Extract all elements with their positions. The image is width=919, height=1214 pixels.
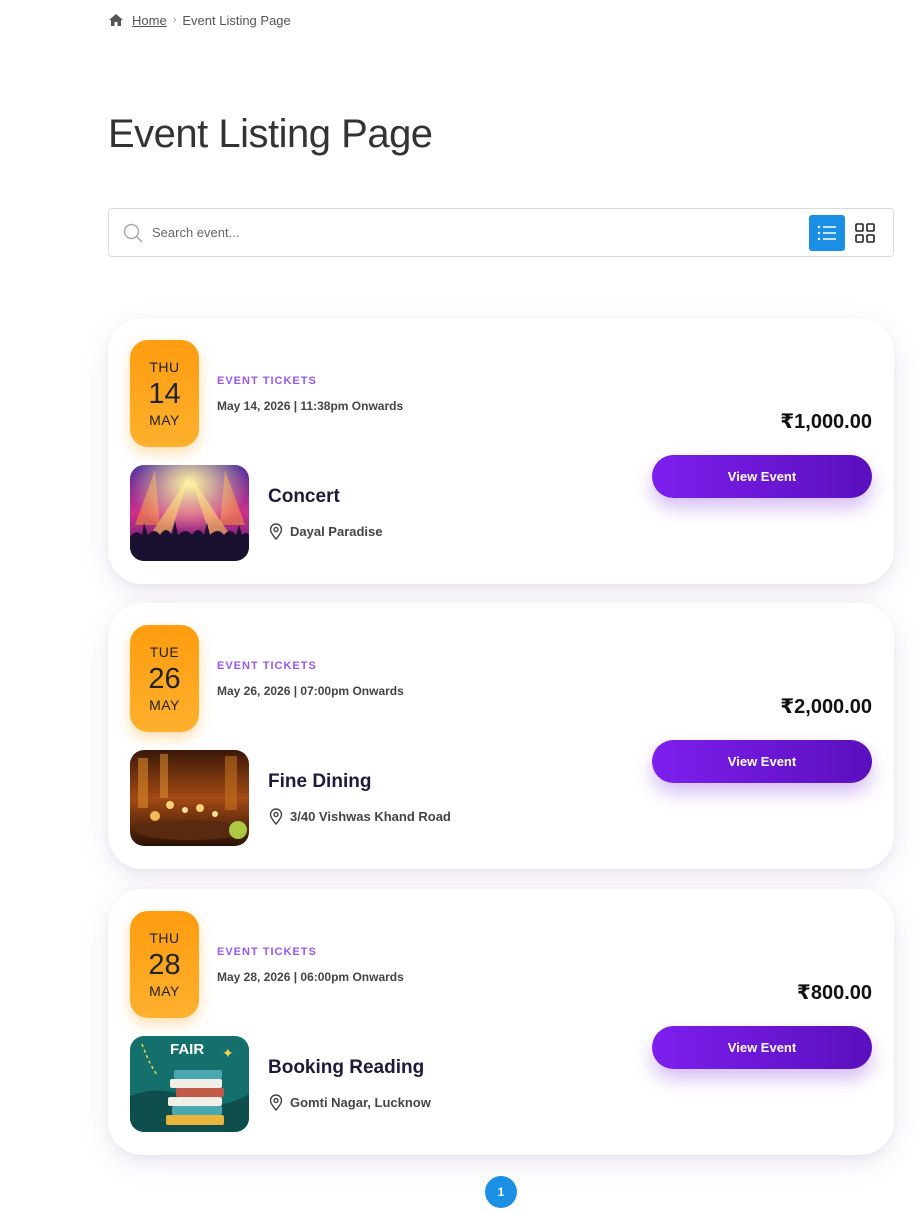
date-month: MAY <box>149 983 180 999</box>
event-card: TUE 26 MAY EVENT TICKETS May 26, 2026 | … <box>108 603 894 869</box>
event-location-text: 3/40 Vishwas Khand Road <box>290 809 451 824</box>
list-view-icon <box>817 225 836 240</box>
date-day-of-week: TUE <box>149 644 180 660</box>
list-view-button[interactable] <box>809 214 845 251</box>
date-badge: THU 28 MAY <box>130 911 199 1018</box>
date-day: 14 <box>148 378 181 410</box>
event-category: EVENT TICKETS <box>217 946 317 958</box>
event-card: THU 28 MAY EVENT TICKETS May 28, 2026 | … <box>108 889 894 1155</box>
event-datetime: May 14, 2026 | 11:38pm Onwards <box>217 399 404 413</box>
grid-view-icon <box>855 222 875 243</box>
event-datetime: May 26, 2026 | 07:00pm Onwards <box>217 684 404 698</box>
date-badge: THU 14 MAY <box>130 340 199 447</box>
event-price: ₹2,000.00 <box>780 696 872 718</box>
view-event-button[interactable]: View Event <box>652 1026 872 1069</box>
event-thumbnail[interactable]: FAIR ✦ <box>130 1036 249 1132</box>
grid-view-button[interactable] <box>847 215 883 251</box>
view-event-button[interactable]: View Event <box>652 740 872 783</box>
search-input[interactable] <box>152 225 807 240</box>
event-price: ₹800.00 <box>796 982 872 1004</box>
location-pin-icon <box>268 808 284 826</box>
view-event-button[interactable]: View Event <box>652 455 872 498</box>
page-title: Event Listing Page <box>108 112 433 156</box>
event-price: ₹1,000.00 <box>780 411 872 433</box>
date-day-of-week: THU <box>149 930 180 946</box>
event-location: 3/40 Vishwas Khand Road <box>268 808 451 826</box>
event-name[interactable]: Concert <box>268 486 340 508</box>
breadcrumb-home-link[interactable]: Home <box>132 13 167 28</box>
search-icon <box>123 223 143 243</box>
event-datetime: May 28, 2026 | 06:00pm Onwards <box>217 970 404 984</box>
event-location-text: Dayal Paradise <box>290 524 383 539</box>
event-thumbnail[interactable] <box>130 750 249 846</box>
pagination-page-button[interactable]: 1 <box>485 1176 517 1208</box>
date-day: 28 <box>148 949 181 981</box>
event-name[interactable]: Fine Dining <box>268 771 371 793</box>
breadcrumb-current: Event Listing Page <box>182 12 291 28</box>
chevron-right-icon: › <box>172 14 177 26</box>
location-pin-icon <box>268 523 284 541</box>
breadcrumb: Home › Event Listing Page <box>108 10 291 30</box>
event-location: Dayal Paradise <box>268 523 383 541</box>
thumbnail-fair-text: FAIR <box>170 1041 204 1058</box>
date-badge: TUE 26 MAY <box>130 625 199 732</box>
date-day-of-week: THU <box>149 359 180 375</box>
svg-text:✦: ✦ <box>222 1045 234 1061</box>
event-card: THU 14 MAY EVENT TICKETS May 14, 2026 | … <box>108 318 894 584</box>
event-category: EVENT TICKETS <box>217 375 317 387</box>
event-name[interactable]: Booking Reading <box>268 1057 424 1079</box>
date-month: MAY <box>149 412 180 428</box>
location-pin-icon <box>268 1094 284 1112</box>
event-category: EVENT TICKETS <box>217 660 317 672</box>
date-day: 26 <box>148 663 181 695</box>
event-location-text: Gomti Nagar, Lucknow <box>290 1095 431 1110</box>
date-month: MAY <box>149 697 180 713</box>
search-bar <box>108 208 894 257</box>
home-icon[interactable] <box>108 13 124 27</box>
event-thumbnail[interactable] <box>130 465 249 561</box>
event-location: Gomti Nagar, Lucknow <box>268 1094 431 1112</box>
